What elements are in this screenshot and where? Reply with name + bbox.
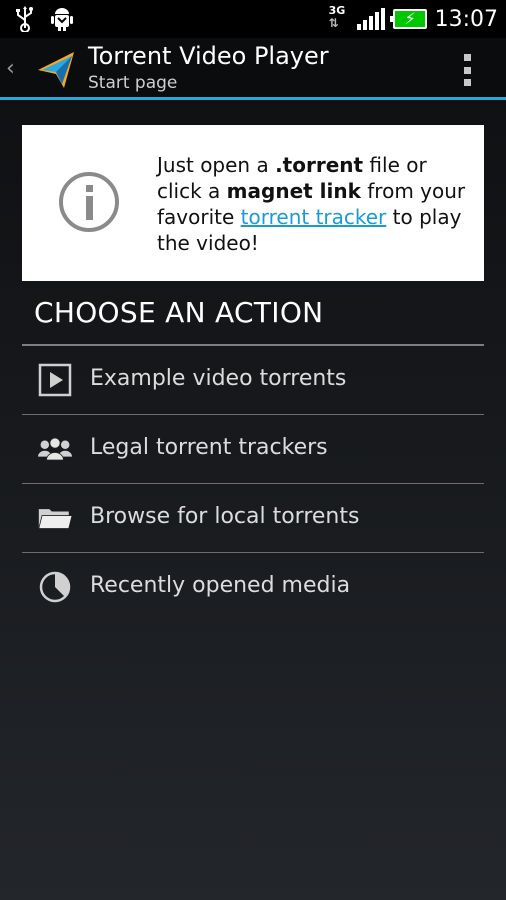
menu-item-label: Recently opened media: [90, 573, 351, 598]
section-title: CHOOSE AN ACTION: [34, 296, 324, 329]
overflow-menu-icon[interactable]: [464, 54, 472, 86]
play-icon: [38, 363, 72, 397]
menu-item-recent-media[interactable]: Recently opened media: [22, 553, 484, 622]
action-bar: ‹ Torrent Video Player Start page: [0, 38, 506, 100]
torrent-tracker-link[interactable]: torrent tracker: [241, 205, 387, 229]
usb-icon: [16, 6, 33, 32]
network-3g-icon: 3G ⇅: [328, 4, 346, 30]
menu-item-example-videos[interactable]: Example video torrents: [22, 346, 484, 415]
page-subtitle: Start page: [88, 73, 178, 93]
clock: 13:07: [434, 6, 498, 32]
people-icon: [38, 437, 72, 461]
action-list: Example video torrents Legal torrent tra…: [22, 346, 484, 622]
notification-icons: [14, 6, 74, 32]
magnet-link-text: magnet link: [226, 179, 361, 203]
info-icon: [59, 172, 119, 232]
menu-item-label: Example video torrents: [90, 366, 347, 391]
info-card: Just open a .torrent file or click a mag…: [22, 125, 484, 281]
clock-icon: [39, 571, 71, 603]
menu-item-label: Legal torrent trackers: [90, 435, 328, 460]
android-debug-icon: [51, 8, 73, 31]
signal-icon: [356, 8, 385, 30]
status-bar: 3G ⇅ ⚡ 13:07: [0, 0, 506, 38]
up-caret-icon[interactable]: ‹: [6, 56, 15, 81]
battery-charging-icon: ⚡: [389, 9, 427, 29]
menu-item-legal-trackers[interactable]: Legal torrent trackers: [22, 415, 484, 484]
menu-item-label: Browse for local torrents: [90, 504, 360, 529]
menu-item-browse-local[interactable]: Browse for local torrents: [22, 484, 484, 553]
folder-icon: [38, 509, 72, 529]
action-bar-titles: Torrent Video Player Start page: [88, 40, 329, 94]
info-message: Just open a .torrent file or click a mag…: [157, 153, 466, 255]
torrent-ext: .torrent: [275, 153, 364, 177]
app-title: Torrent Video Player: [88, 42, 329, 70]
app-logo[interactable]: [34, 46, 82, 94]
system-icons: 3G ⇅ ⚡ 13:07: [327, 4, 498, 34]
